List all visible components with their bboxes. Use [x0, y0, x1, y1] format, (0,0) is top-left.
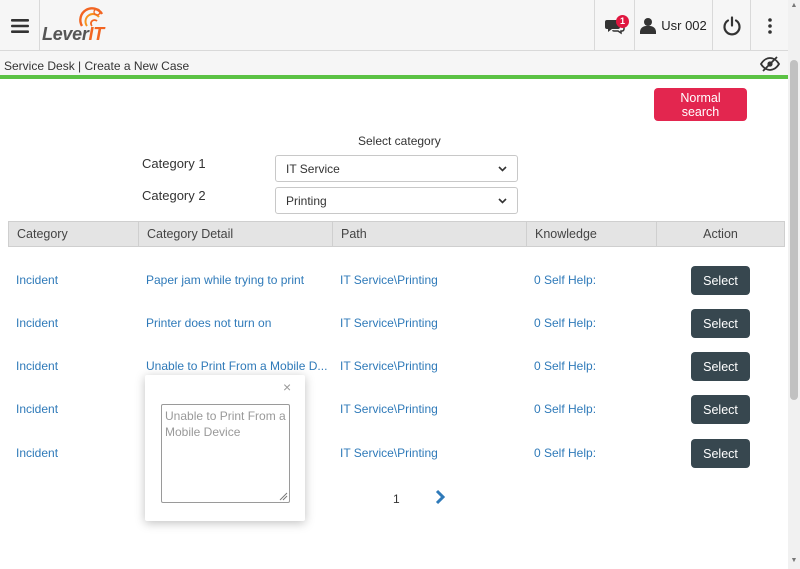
- chevron-right-icon: [435, 489, 446, 505]
- user-icon: [640, 18, 657, 34]
- top-bar: LeverIT 1 Usr 002: [0, 0, 800, 51]
- more-vert-icon: [767, 17, 772, 34]
- column-header-action: Action: [703, 227, 738, 241]
- power-icon: [722, 15, 741, 35]
- row-category-detail[interactable]: Paper jam while trying to print: [138, 259, 332, 302]
- row-path[interactable]: IT Service\Printing: [332, 432, 526, 475]
- table-header: Category Category Detail Path Knowledge …: [8, 221, 785, 247]
- row-path[interactable]: IT Service\Printing: [332, 345, 526, 388]
- select-button[interactable]: Select: [691, 439, 750, 468]
- select-button[interactable]: Select: [691, 266, 750, 295]
- logout-button[interactable]: [712, 0, 750, 51]
- row-category[interactable]: Incident: [8, 388, 138, 431]
- row-category[interactable]: Incident: [8, 302, 138, 345]
- row-category[interactable]: Incident: [8, 259, 138, 302]
- table-row: Incident Paper jam while trying to print…: [8, 259, 785, 302]
- scrollbar-thumb[interactable]: [790, 60, 798, 400]
- chevron-down-icon: [498, 197, 507, 204]
- toggle-visibility-button[interactable]: [759, 56, 782, 74]
- next-page-button[interactable]: [434, 489, 448, 507]
- user-name: Usr 002: [661, 18, 707, 33]
- row-path[interactable]: IT Service\Printing: [332, 388, 526, 431]
- breadcrumb: Service Desk | Create a New Case: [4, 59, 190, 73]
- lever-it-logo: LeverIT: [42, 6, 112, 46]
- row-path[interactable]: IT Service\Printing: [332, 259, 526, 302]
- select-button[interactable]: Select: [691, 352, 750, 381]
- resize-grip-icon[interactable]: [279, 492, 288, 501]
- normal-search-button[interactable]: Normal search: [654, 88, 747, 121]
- column-header-category[interactable]: Category: [9, 222, 139, 246]
- chevron-down-icon: [498, 165, 507, 172]
- category2-value: Printing: [286, 193, 327, 208]
- page-number-current[interactable]: 1: [393, 492, 400, 506]
- category2-select[interactable]: Printing: [275, 187, 518, 214]
- table-row: Incident IT Service\Printing 0 Self Help…: [8, 388, 785, 431]
- table-row: Incident IT Service\Printing 0 Self Help…: [8, 432, 785, 475]
- logo-text: LeverIT: [42, 24, 104, 44]
- scroll-up-arrow-icon[interactable]: ▲: [790, 2, 798, 10]
- close-icon[interactable]: ×: [283, 379, 291, 395]
- column-header-category-detail[interactable]: Category Detail: [139, 222, 333, 246]
- menu-button[interactable]: [0, 0, 40, 51]
- row-category-detail[interactable]: Printer does not turn on: [138, 302, 332, 345]
- select-button[interactable]: Select: [691, 395, 750, 424]
- scroll-down-arrow-icon[interactable]: ▼: [790, 557, 798, 565]
- row-category[interactable]: Incident: [8, 345, 138, 388]
- row-knowledge[interactable]: 0 Self Help:: [526, 432, 656, 475]
- category2-label: Category 2: [142, 188, 206, 203]
- select-category-title: Select category: [358, 134, 441, 148]
- category1-value: IT Service: [286, 161, 340, 176]
- row-knowledge[interactable]: 0 Self Help:: [526, 345, 656, 388]
- user-menu-button[interactable]: Usr 002: [634, 0, 712, 51]
- row-knowledge[interactable]: 0 Self Help:: [526, 259, 656, 302]
- table-row: Incident Printer does not turn on IT Ser…: [8, 302, 785, 345]
- detail-popover: × Unable to Print From a Mobile Device: [145, 375, 305, 521]
- column-header-knowledge[interactable]: Knowledge: [527, 222, 657, 246]
- category1-select[interactable]: IT Service: [275, 155, 518, 182]
- row-category[interactable]: Incident: [8, 432, 138, 475]
- menu-icon: [10, 18, 29, 33]
- row-knowledge[interactable]: 0 Self Help:: [526, 302, 656, 345]
- select-button[interactable]: Select: [691, 309, 750, 338]
- more-options-button[interactable]: [750, 0, 788, 51]
- category1-label: Category 1: [142, 156, 206, 171]
- detail-textarea[interactable]: Unable to Print From a Mobile Device: [161, 404, 290, 503]
- row-path[interactable]: IT Service\Printing: [332, 302, 526, 345]
- notification-badge: 1: [616, 15, 629, 28]
- eye-slash-icon: [759, 56, 781, 72]
- notifications-button[interactable]: 1: [594, 0, 634, 51]
- row-knowledge[interactable]: 0 Self Help:: [526, 388, 656, 431]
- breadcrumb-bar: Service Desk | Create a New Case: [0, 51, 788, 79]
- table-row: Incident Unable to Print From a Mobile D…: [8, 345, 785, 388]
- column-header-path[interactable]: Path: [333, 222, 527, 246]
